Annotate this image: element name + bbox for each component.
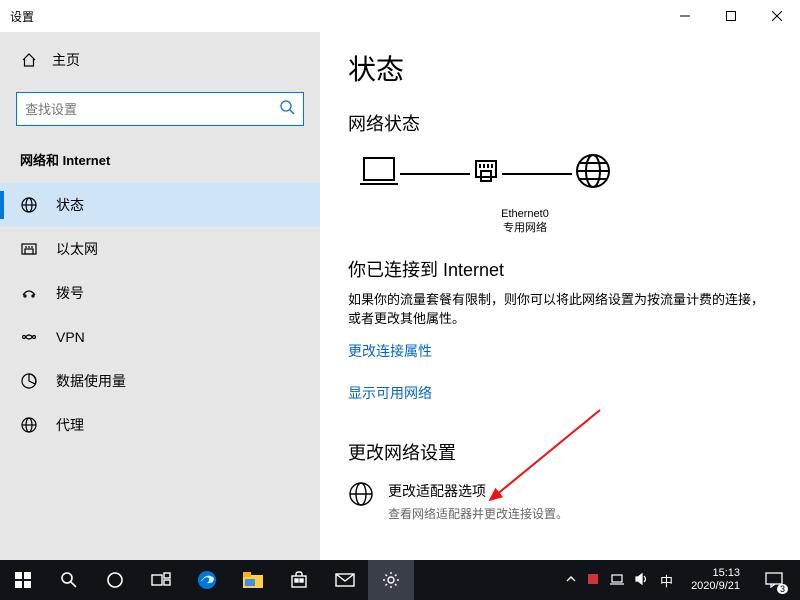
search-input[interactable] xyxy=(25,102,279,117)
diagram-line xyxy=(502,173,572,175)
notification-button[interactable]: 3 xyxy=(754,560,794,600)
tray-chevron-icon[interactable] xyxy=(566,573,576,587)
sidebar-item-datausage[interactable]: 数据使用量 xyxy=(0,359,320,403)
sidebar-item-label: 数据使用量 xyxy=(56,371,126,391)
minimize-button[interactable] xyxy=(662,0,708,32)
sidebar-item-label: 状态 xyxy=(56,195,84,215)
datausage-icon xyxy=(20,372,38,390)
edge-button[interactable] xyxy=(184,560,230,600)
clock-time: 15:13 xyxy=(691,567,740,580)
explorer-button[interactable] xyxy=(230,560,276,600)
taskbar-clock[interactable]: 15:13 2020/9/21 xyxy=(685,567,746,593)
globe-icon xyxy=(572,150,614,197)
adapter-icon xyxy=(348,481,374,522)
window-body: 主页 网络和 Internet 状态 以太网 拨号 xyxy=(0,32,800,560)
maximize-button[interactable] xyxy=(708,0,754,32)
sidebar-item-label: 拨号 xyxy=(56,283,84,303)
network-diagram xyxy=(358,150,772,197)
sidebar: 主页 网络和 Internet 状态 以太网 拨号 xyxy=(0,32,320,560)
change-connection-link[interactable]: 更改连接属性 xyxy=(348,341,432,361)
vpn-icon xyxy=(20,328,38,346)
search-box[interactable] xyxy=(16,92,304,126)
sidebar-item-label: 以太网 xyxy=(56,239,98,259)
clock-date: 2020/9/21 xyxy=(691,580,740,593)
notification-badge: 3 xyxy=(777,584,788,594)
taskbar-search-button[interactable] xyxy=(46,560,92,600)
titlebar: 设置 xyxy=(0,0,800,32)
network-status-heading: 网络状态 xyxy=(348,110,772,136)
proxy-icon xyxy=(20,416,38,434)
window-controls xyxy=(662,0,800,32)
sidebar-item-proxy[interactable]: 代理 xyxy=(0,403,320,447)
system-tray[interactable] xyxy=(566,572,648,589)
diagram-label-line2: 专用网络 xyxy=(440,221,610,235)
diagram-label-line1: Ethernet0 xyxy=(440,207,610,221)
window-title: 设置 xyxy=(10,8,34,25)
connected-description: 如果你的流量套餐有限制，则你可以将此网络设置为按流量计费的连接，或者更改其他属性… xyxy=(348,290,772,329)
main-content: 状态 网络状态 Ethernet0 专用网络 你已连接到 Internet 如果… xyxy=(320,32,800,560)
taskbar-left xyxy=(0,560,414,600)
sidebar-item-label: 代理 xyxy=(56,415,84,435)
sidebar-item-ethernet[interactable]: 以太网 xyxy=(0,227,320,271)
start-button[interactable] xyxy=(0,560,46,600)
cortana-button[interactable] xyxy=(92,560,138,600)
connected-title: 你已连接到 Internet xyxy=(348,256,772,282)
sidebar-item-vpn[interactable]: VPN xyxy=(0,315,320,359)
dialup-icon xyxy=(20,284,38,302)
diagram-caption: Ethernet0 专用网络 xyxy=(440,207,610,236)
router-icon xyxy=(470,155,502,192)
ime-indicator[interactable]: 中 xyxy=(656,571,677,590)
home-label: 主页 xyxy=(52,50,80,70)
show-networks-link[interactable]: 显示可用网络 xyxy=(348,383,432,403)
tray-volume-icon[interactable] xyxy=(634,572,648,589)
adapter-subtitle: 查看网络适配器并更改连接设置。 xyxy=(388,505,568,522)
adapter-text: 更改适配器选项 查看网络适配器并更改连接设置。 xyxy=(388,481,568,522)
status-icon xyxy=(20,196,38,214)
search-container xyxy=(16,92,304,126)
tray-security-icon[interactable] xyxy=(586,572,600,589)
sidebar-item-dialup[interactable]: 拨号 xyxy=(0,271,320,315)
page-title: 状态 xyxy=(348,48,772,88)
diagram-line xyxy=(400,173,470,175)
adapter-title: 更改适配器选项 xyxy=(388,481,568,501)
mail-button[interactable] xyxy=(322,560,368,600)
taskbar: 中 15:13 2020/9/21 3 xyxy=(0,560,800,600)
adapter-options-row[interactable]: 更改适配器选项 查看网络适配器并更改连接设置。 xyxy=(348,481,772,522)
settings-window: 设置 主页 网络和 Internet 状态 xyxy=(0,0,800,560)
search-icon xyxy=(279,99,295,120)
sidebar-section-label: 网络和 Internet xyxy=(0,144,320,183)
taskview-button[interactable] xyxy=(138,560,184,600)
ethernet-icon xyxy=(20,240,38,258)
home-link[interactable]: 主页 xyxy=(0,40,320,80)
sidebar-item-label: VPN xyxy=(56,329,85,345)
store-button[interactable] xyxy=(276,560,322,600)
close-button[interactable] xyxy=(754,0,800,32)
computer-icon xyxy=(358,150,400,197)
settings-taskbar-button[interactable] xyxy=(368,560,414,600)
home-icon xyxy=(20,51,38,69)
tray-network-icon[interactable] xyxy=(610,572,624,589)
change-network-heading: 更改网络设置 xyxy=(348,439,772,465)
taskbar-right: 中 15:13 2020/9/21 3 xyxy=(566,560,800,600)
sidebar-item-status[interactable]: 状态 xyxy=(0,183,320,227)
